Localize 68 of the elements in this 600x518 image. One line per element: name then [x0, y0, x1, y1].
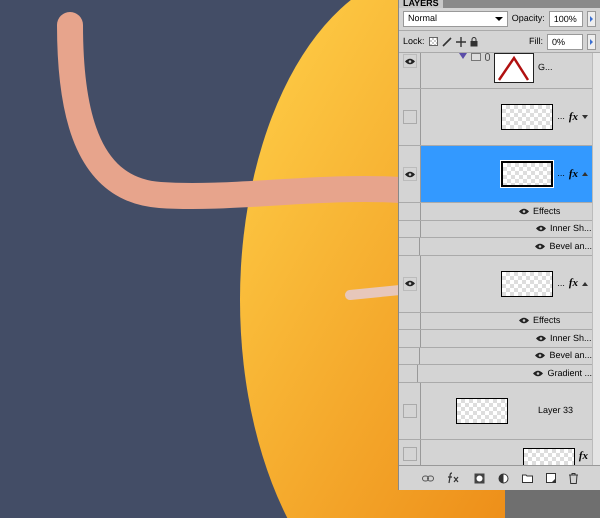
layer-name: ... — [557, 276, 565, 290]
chain-icon — [485, 53, 490, 61]
layer-row[interactable]: Layer 33 — [421, 382, 592, 438]
panel-tab[interactable]: LAYERS — [399, 0, 443, 8]
effect-name[interactable]: Gradient ... — [547, 366, 592, 380]
link-icon[interactable] — [422, 474, 434, 482]
eye-icon[interactable] — [533, 370, 544, 377]
opacity-label: Opacity: — [512, 12, 545, 26]
triangle-icon — [459, 53, 467, 59]
eye-icon[interactable] — [402, 54, 416, 68]
collapse-arrow-icon[interactable] — [582, 172, 588, 176]
effects-label: fx — [568, 166, 578, 182]
layer-mask-thumbnail — [471, 53, 481, 61]
effect-name[interactable]: Inner Sh... — [550, 222, 592, 236]
blend-mode-dropdown[interactable]: Normal — [403, 11, 508, 27]
layer-row[interactable]: ... fx — [421, 256, 592, 312]
visibility-toggle[interactable] — [402, 447, 416, 461]
brush-icon[interactable] — [442, 36, 452, 46]
layer-name: Layer 33 — [538, 404, 574, 417]
fx-icon[interactable] — [446, 472, 460, 484]
eye-icon[interactable] — [519, 208, 529, 215]
layer-name: G... — [538, 61, 554, 74]
layer-row[interactable]: fx — [421, 440, 592, 465]
half-circle-icon[interactable] — [498, 472, 508, 484]
lock-label: Lock: — [403, 34, 425, 48]
eye-icon[interactable] — [536, 334, 546, 342]
padlock-icon[interactable] — [470, 36, 478, 46]
fill-field[interactable]: 0% — [547, 34, 583, 50]
effects-label[interactable]: Effects — [533, 314, 560, 328]
effects-label[interactable]: Effects — [533, 204, 560, 218]
effects-label: fx — [578, 448, 588, 464]
effects-label: fx — [568, 110, 578, 125]
effect-name[interactable]: Bevel an... — [549, 349, 592, 362]
selected-layer-row[interactable]: ... fx — [421, 146, 592, 202]
trash-icon[interactable] — [568, 472, 578, 484]
scrollbar[interactable] — [592, 53, 600, 465]
eye-icon[interactable] — [535, 242, 546, 250]
layer-thumbnail — [494, 53, 534, 83]
effect-name[interactable]: Bevel an... — [549, 240, 592, 253]
dropdown-arrow-icon — [494, 17, 503, 21]
effects-label: fx — [568, 276, 578, 292]
visibility-toggle[interactable] — [402, 110, 416, 124]
layer-name: ... — [557, 110, 565, 124]
eye-icon[interactable] — [536, 225, 546, 232]
collapse-arrow-icon[interactable] — [582, 282, 588, 286]
layer-row[interactable]: G... — [421, 53, 592, 88]
eye-icon[interactable] — [535, 352, 546, 360]
layer-thumbnail — [456, 398, 508, 424]
eye-icon[interactable] — [402, 167, 416, 181]
move-icon[interactable] — [456, 36, 466, 46]
layer-thumbnail — [501, 104, 554, 130]
layer-row[interactable]: ... fx — [421, 89, 592, 145]
mask-icon[interactable] — [474, 472, 484, 484]
opacity-field[interactable]: 100% — [548, 11, 584, 27]
arrow-button[interactable] — [587, 11, 596, 27]
eye-icon[interactable] — [519, 317, 529, 324]
layer-name: ... — [557, 167, 565, 180]
visibility-toggle[interactable] — [402, 404, 416, 418]
arrow-button[interactable] — [587, 34, 596, 50]
expand-arrow-icon[interactable] — [582, 115, 588, 119]
folder-icon[interactable] — [522, 474, 532, 482]
new-layer-icon[interactable] — [546, 473, 556, 483]
lock-transparency-icon[interactable] — [428, 37, 438, 46]
eye-icon[interactable] — [402, 276, 416, 290]
fill-label: Fill: — [529, 34, 543, 48]
layer-thumbnail — [501, 270, 554, 296]
layer-thumbnail — [501, 161, 554, 187]
effect-name[interactable]: Inner Sh... — [550, 332, 592, 345]
